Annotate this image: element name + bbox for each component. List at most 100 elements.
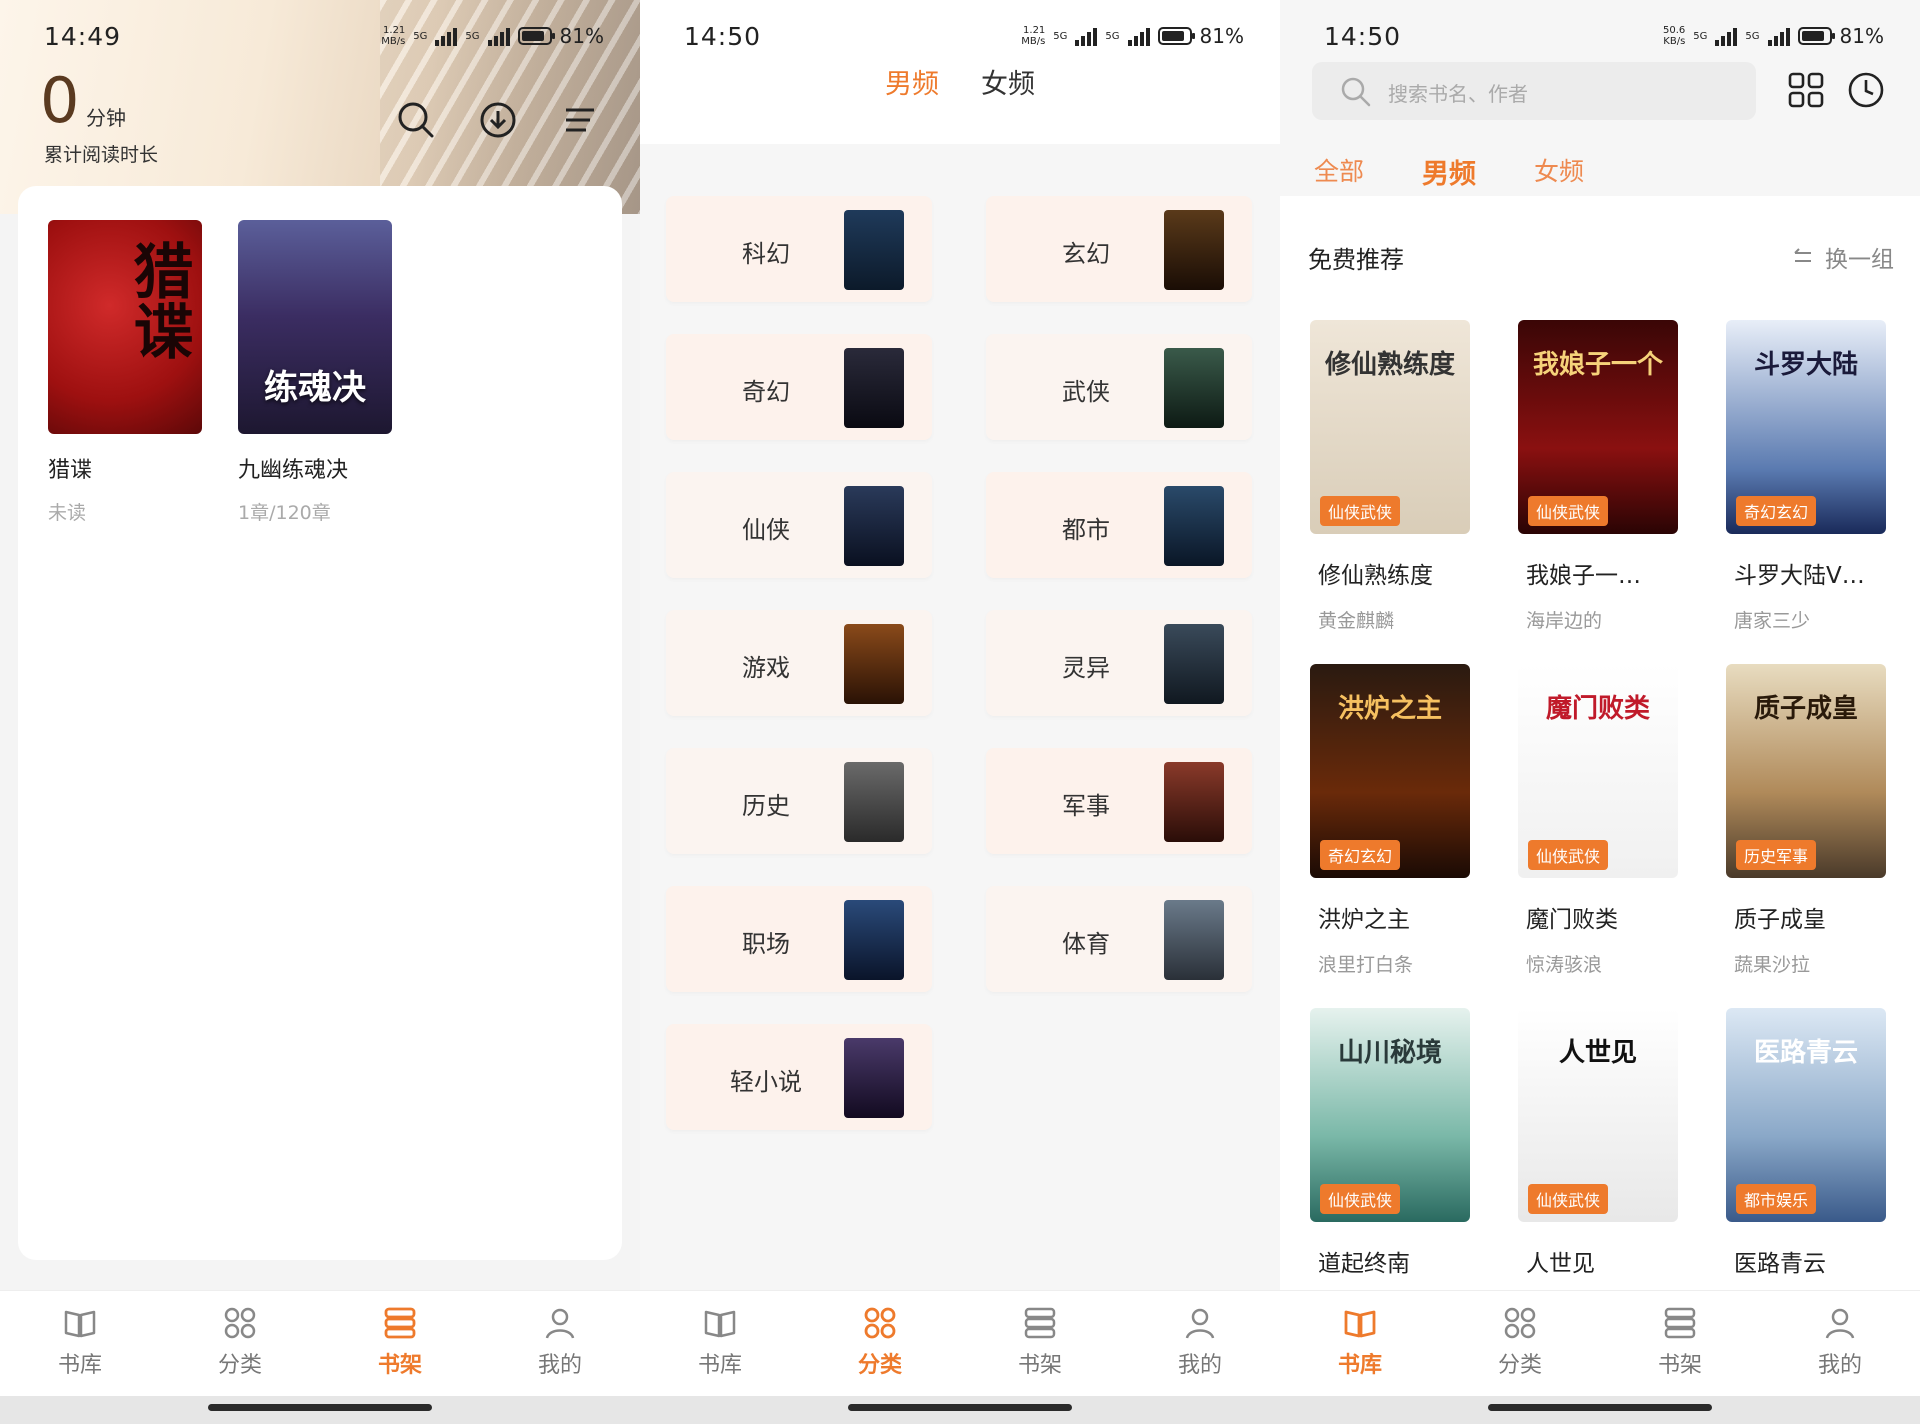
search-icon[interactable]	[394, 98, 438, 142]
home-indicator[interactable]	[848, 1404, 1072, 1411]
tab-mine[interactable]: 我的	[1760, 1291, 1920, 1397]
category-item[interactable]: 职场	[666, 886, 932, 992]
book-cover: 猎谍	[48, 220, 202, 434]
status-bar: 14:49 1.21 MB/s 5G 5G 81%	[0, 22, 640, 58]
book-cover: 人世见 仙侠武侠	[1518, 1008, 1678, 1222]
tab-label: 分类	[217, 1353, 262, 1378]
genre-tag: 仙侠武侠	[1320, 1184, 1401, 1214]
shelf-icon	[1664, 1307, 1696, 1339]
category-item[interactable]: 游戏	[666, 610, 932, 716]
category-item[interactable]: 都市	[986, 472, 1252, 578]
net-type-label: 5G	[413, 30, 428, 42]
tab-label: 书架	[377, 1353, 422, 1378]
book-author: 浪里打白条	[1318, 954, 1414, 976]
category-label: 历史	[742, 792, 790, 820]
recommended-book[interactable]: 魔门败类 仙侠武侠 魔门败类 惊涛骇浪	[1518, 664, 1678, 977]
tab-library[interactable]: 书库	[640, 1291, 800, 1397]
category-label: 仙侠	[742, 516, 790, 544]
net-type-label: 5G	[1745, 30, 1760, 42]
category-item[interactable]: 灵异	[986, 610, 1252, 716]
download-icon[interactable]	[476, 98, 520, 142]
tab-bookshelf[interactable]: 书架	[960, 1291, 1120, 1397]
category-cover-thumbnail	[844, 210, 904, 290]
category-item[interactable]: 轻小说	[666, 1024, 932, 1130]
tab-female[interactable]: 女频	[1534, 152, 1584, 191]
category-cover-thumbnail	[844, 348, 904, 428]
category-item[interactable]: 历史	[666, 748, 932, 854]
category-cover-thumbnail	[844, 900, 904, 980]
battery-level: 81%	[1199, 24, 1244, 48]
signal-icon	[1127, 26, 1150, 46]
recommended-book[interactable]: 人世见 仙侠武侠 人世见	[1518, 1008, 1678, 1278]
tab-label: 分类	[857, 1353, 902, 1378]
category-item[interactable]: 科幻	[666, 196, 932, 302]
category-label: 体育	[1062, 930, 1110, 958]
refresh-button[interactable]: 换一组	[1791, 240, 1894, 274]
recommended-book[interactable]: 斗罗大陆 奇幻玄幻 斗罗大陆V… 唐家三少	[1726, 320, 1886, 633]
recommended-book[interactable]: 洪炉之主 奇幻玄幻 洪炉之主 浪里打白条	[1310, 664, 1470, 977]
book-title: 斗罗大陆V…	[1734, 563, 1865, 589]
category-item[interactable]: 玄幻	[986, 196, 1252, 302]
shelf-icon	[1024, 1307, 1056, 1339]
net-speed: 1.21 MB/s	[1021, 25, 1046, 47]
recommended-book[interactable]: 我娘子一个 仙侠武侠 我娘子一… 海岸边的	[1518, 320, 1678, 633]
tab-label: 我的	[1817, 1353, 1862, 1378]
shelf-icon	[384, 1307, 416, 1339]
tab-mine[interactable]: 我的	[1120, 1291, 1280, 1397]
search-input[interactable]: 搜索书名、作者	[1312, 62, 1756, 120]
category-item[interactable]: 奇幻	[666, 334, 932, 440]
menu-icon[interactable]	[558, 98, 602, 142]
book-title: 修仙熟练度	[1318, 563, 1433, 589]
refresh-label: 换一组	[1825, 247, 1894, 273]
category-item[interactable]: 体育	[986, 886, 1252, 992]
category-item[interactable]: 军事	[986, 748, 1252, 854]
grid-view-icon[interactable]	[1786, 70, 1826, 114]
shelf-book[interactable]: 练魂决 九幽练魂决 1章/120章	[238, 220, 394, 525]
book-title: 九幽练魂决	[238, 458, 349, 483]
tab-label: 书架	[1017, 1353, 1062, 1378]
status-time: 14:50	[1324, 22, 1402, 51]
category-label: 军事	[1062, 792, 1110, 820]
tab-category[interactable]: 分类	[1440, 1291, 1600, 1397]
tab-library[interactable]: 书库	[0, 1291, 160, 1397]
net-type-label: 5G	[465, 30, 480, 42]
tab-mine[interactable]: 我的	[480, 1291, 640, 1397]
status-bar: 14:50 1.21 MB/s 5G 5G 81%	[640, 22, 1280, 58]
shelf-book[interactable]: 猎谍 猎谍 未读	[48, 220, 204, 525]
tab-category[interactable]: 分类	[800, 1291, 960, 1397]
recommended-book[interactable]: 医路青云 都市娱乐 医路青云	[1726, 1008, 1886, 1278]
home-indicator[interactable]	[208, 1404, 432, 1411]
net-speed: 1.21 MB/s	[381, 25, 406, 47]
history-clock-icon[interactable]	[1846, 70, 1886, 114]
recommended-book[interactable]: 修仙熟练度 仙侠武侠 修仙熟练度 黄金麒麟	[1310, 320, 1470, 633]
search-placeholder: 搜索书名、作者	[1388, 82, 1528, 106]
status-icons: 1.21 MB/s 5G 5G 81%	[381, 24, 604, 48]
home-indicator[interactable]	[1488, 1404, 1712, 1411]
tab-male[interactable]: 男频	[1422, 152, 1476, 191]
tab-label: 书库	[697, 1353, 742, 1378]
screenshot-collage: 14:49 1.21 MB/s 5G 5G 81% 0 分钟 累计阅读时长 猎谍…	[0, 0, 1920, 1424]
tab-library[interactable]: 书库	[1280, 1291, 1440, 1397]
category-label: 游戏	[742, 654, 790, 682]
tab-female[interactable]: 女频	[981, 62, 1035, 101]
tab-bookshelf[interactable]: 书架	[320, 1291, 480, 1397]
tab-category[interactable]: 分类	[160, 1291, 320, 1397]
recommended-book[interactable]: 质子成皇 历史军事 质子成皇 蔬果沙拉	[1726, 664, 1886, 977]
signal-icon	[487, 26, 510, 46]
user-icon	[545, 1308, 575, 1339]
tab-bookshelf[interactable]: 书架	[1600, 1291, 1760, 1397]
grid-circles-icon	[224, 1307, 256, 1339]
gender-tabs: 男频 女频	[640, 62, 1280, 101]
category-item[interactable]: 武侠	[986, 334, 1252, 440]
recommended-book[interactable]: 山川秘境 仙侠武侠 道起终南	[1310, 1008, 1470, 1278]
category-label: 玄幻	[1062, 240, 1110, 268]
grid-circles-icon	[864, 1307, 896, 1339]
tab-male[interactable]: 男频	[885, 62, 939, 101]
category-item[interactable]: 仙侠	[666, 472, 932, 578]
net-speed: 50.6 KB/s	[1663, 25, 1686, 47]
category-label: 都市	[1062, 516, 1110, 544]
search-icon	[1341, 77, 1371, 107]
net-type-label: 5G	[1105, 30, 1120, 42]
tab-all[interactable]: 全部	[1314, 152, 1364, 191]
net-type-label: 5G	[1053, 30, 1068, 42]
